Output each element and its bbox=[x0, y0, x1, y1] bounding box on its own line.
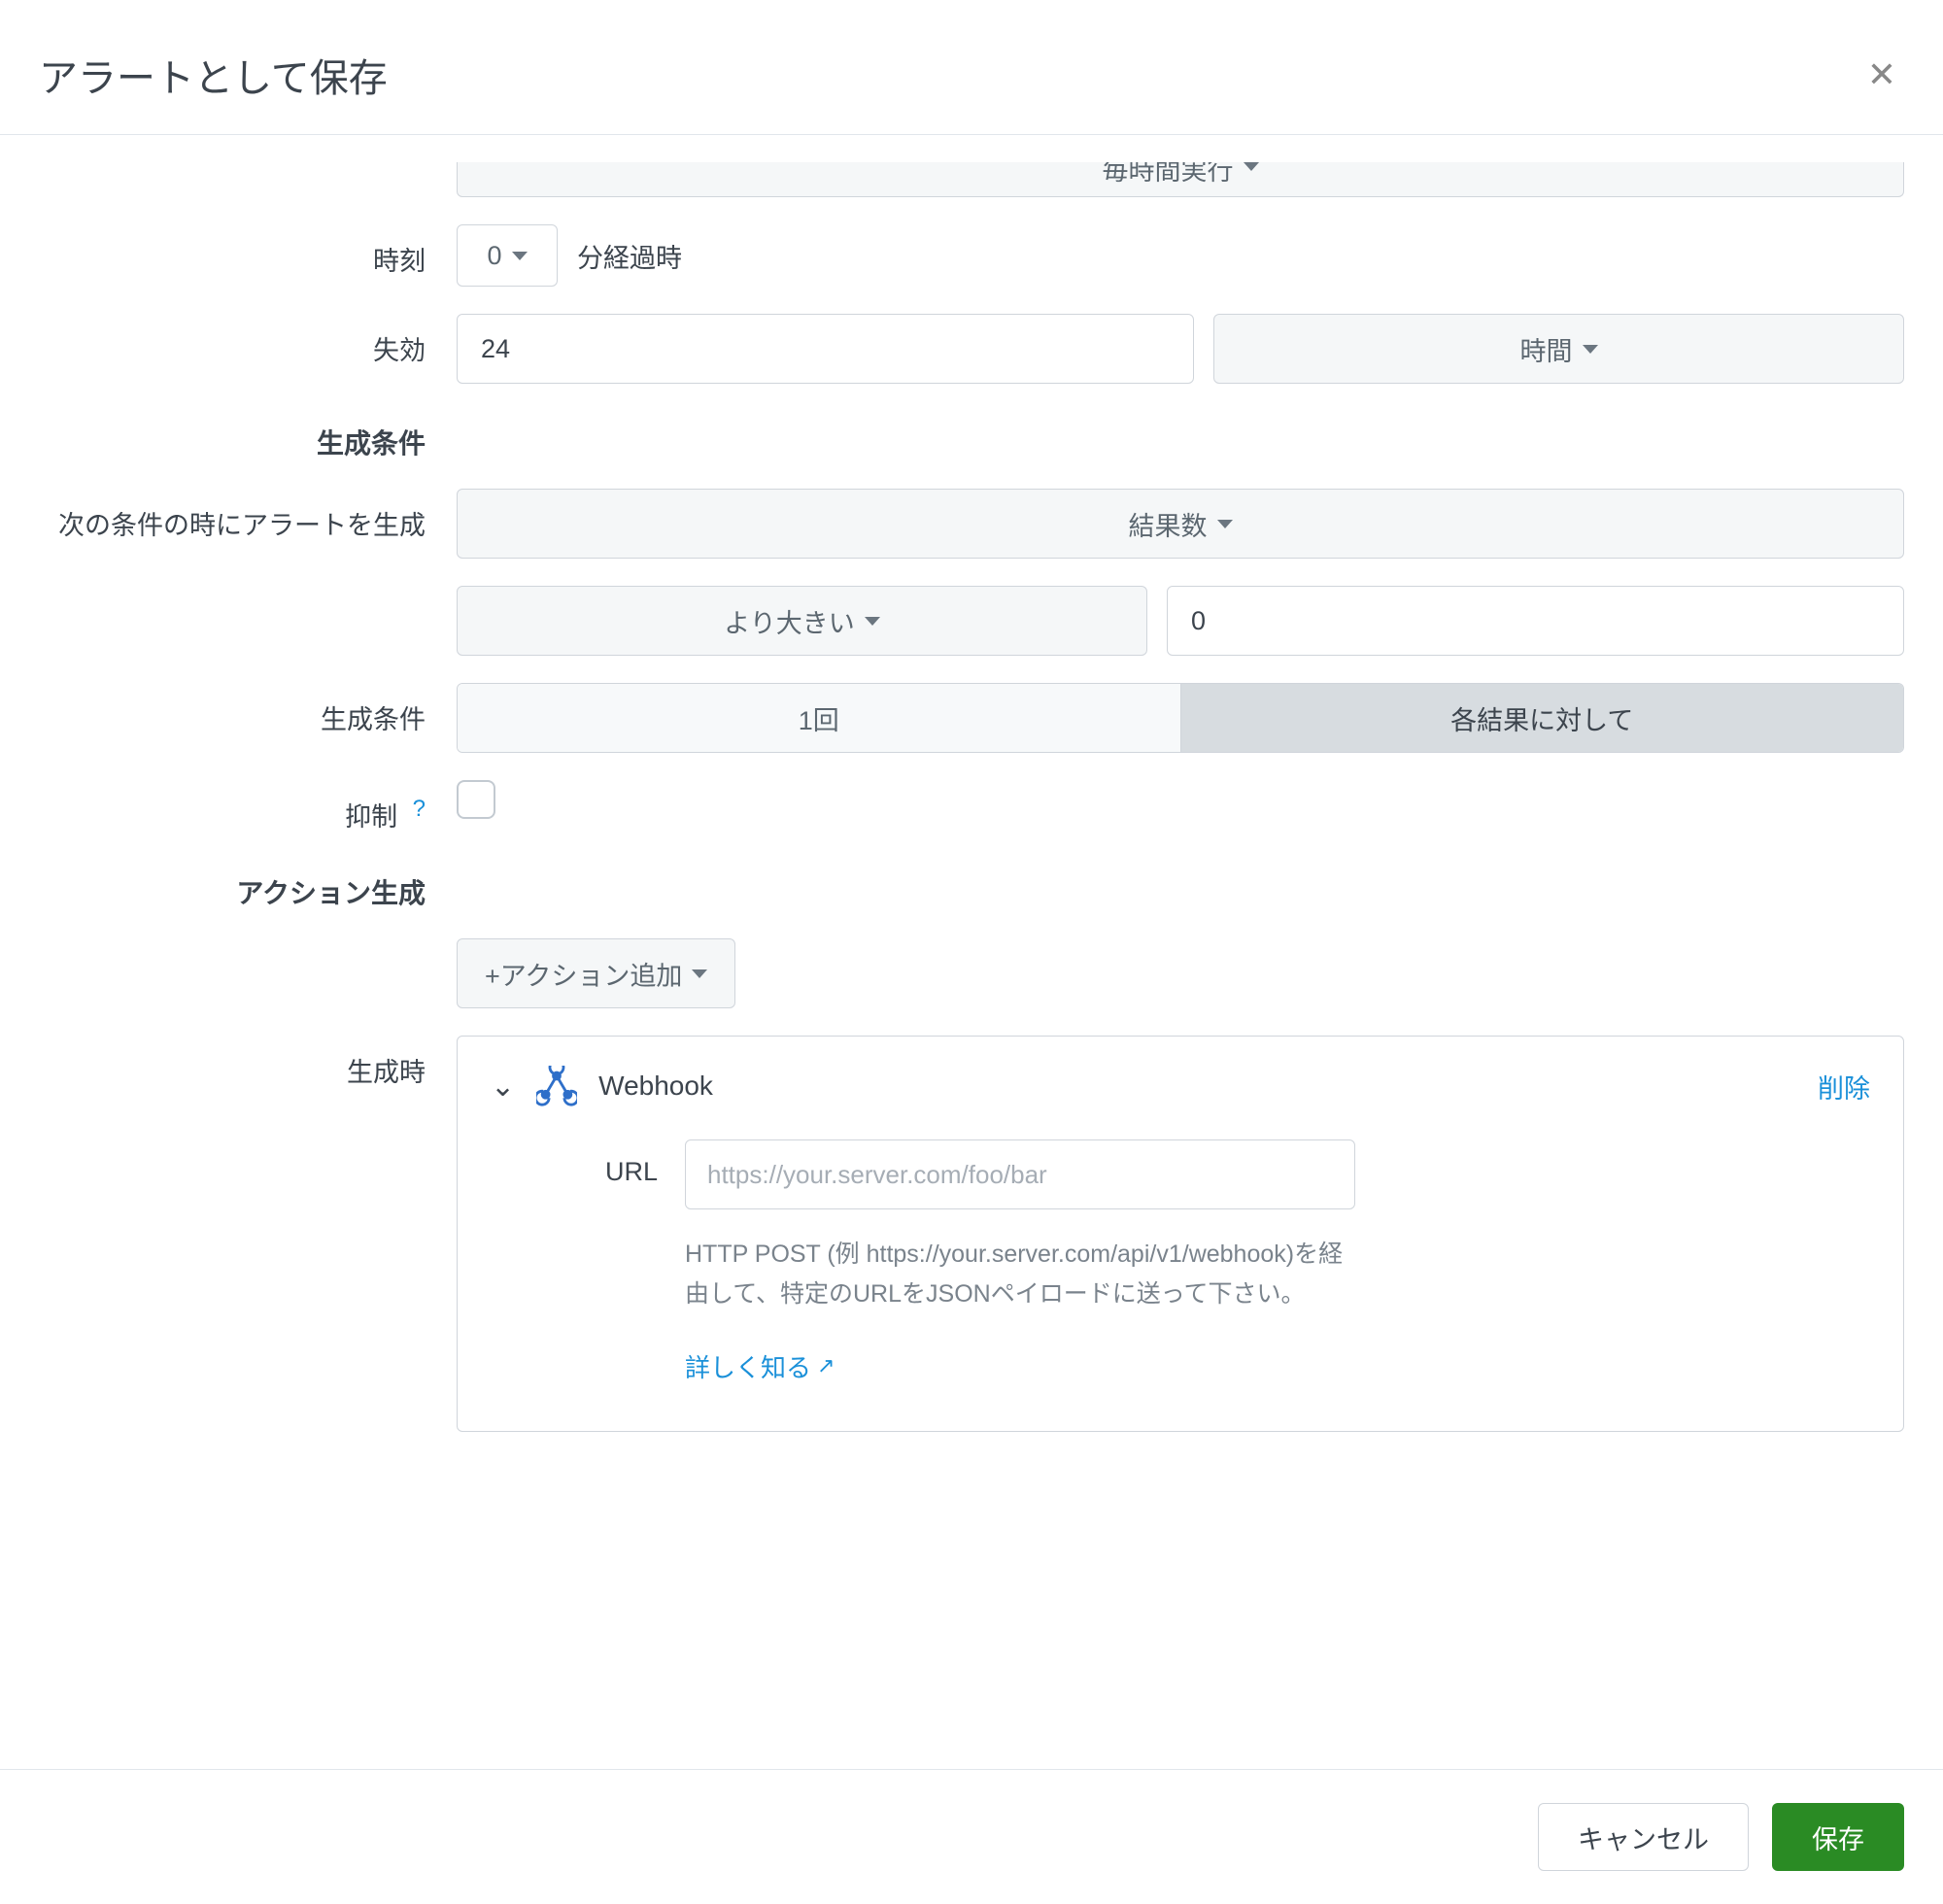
url-label: URL bbox=[491, 1139, 685, 1187]
caret-down-icon bbox=[512, 252, 528, 260]
learn-more-link[interactable]: 詳しく知る ↗ bbox=[685, 1348, 835, 1384]
expires-unit-select[interactable]: 時間 bbox=[1213, 314, 1904, 384]
dialog-header: アラートとして保存 ✕ bbox=[0, 0, 1943, 134]
webhook-url-input[interactable] bbox=[685, 1139, 1355, 1209]
caret-down-icon bbox=[1583, 345, 1598, 354]
delete-action-link[interactable]: 削除 bbox=[1818, 1068, 1870, 1105]
webhook-icon bbox=[536, 1066, 577, 1106]
minutes-past-select[interactable]: 0 bbox=[457, 224, 558, 287]
webhook-help-text: HTTP POST (例 https://your.server.com/api… bbox=[685, 1235, 1346, 1315]
learn-more-label: 詳しく知る bbox=[685, 1348, 811, 1384]
external-link-icon: ↗ bbox=[817, 1353, 835, 1378]
trigger-once-button[interactable]: 1回 bbox=[458, 684, 1180, 752]
caret-down-icon bbox=[1217, 520, 1233, 528]
chevron-down-icon[interactable]: ⌄ bbox=[491, 1070, 515, 1104]
save-as-alert-dialog: アラートとして保存 ✕ 毎時間実行 時刻 0 分経過時 bbox=[0, 0, 1943, 1904]
close-icon[interactable]: ✕ bbox=[1859, 47, 1904, 103]
alert-when-label: 次の条件の時にアラートを生成 bbox=[39, 489, 457, 542]
run-schedule-label: 毎時間実行 bbox=[1103, 162, 1234, 181]
comparator-label: より大きい bbox=[724, 602, 854, 640]
run-schedule-select[interactable]: 毎時間実行 bbox=[457, 162, 1904, 197]
minutes-suffix: 分経過時 bbox=[577, 237, 682, 275]
time-label: 時刻 bbox=[39, 224, 457, 278]
actions-section-header: アクション生成 bbox=[39, 861, 457, 911]
caret-down-icon bbox=[865, 617, 880, 626]
dialog-title: アラートとして保存 bbox=[39, 47, 388, 103]
dialog-body: 毎時間実行 時刻 0 分経過時 失効 時間 bbox=[0, 134, 1943, 1769]
add-action-button[interactable]: +アクション追加 bbox=[457, 938, 735, 1008]
webhook-action-panel: ⌄ Webhook 削除 bbox=[457, 1036, 1904, 1432]
expires-label: 失効 bbox=[39, 314, 457, 367]
minutes-value: 0 bbox=[487, 241, 501, 271]
trigger-mode-label: 生成条件 bbox=[39, 683, 457, 736]
add-action-label: +アクション追加 bbox=[485, 955, 682, 993]
trigger-mode-toggle: 1回 各結果に対して bbox=[457, 683, 1904, 753]
throttle-checkbox[interactable] bbox=[457, 780, 495, 819]
help-icon[interactable]: ? bbox=[413, 796, 426, 822]
on-trigger-label: 生成時 bbox=[39, 1036, 457, 1089]
action-panel-header: ⌄ Webhook 削除 bbox=[491, 1066, 1870, 1106]
cancel-button[interactable]: キャンセル bbox=[1538, 1803, 1749, 1871]
throttle-label: 抑制 ? bbox=[39, 780, 457, 833]
trigger-metric-label: 結果数 bbox=[1129, 505, 1208, 543]
caret-down-icon bbox=[692, 969, 707, 978]
trigger-each-result-button[interactable]: 各結果に対して bbox=[1180, 684, 1904, 752]
threshold-input[interactable] bbox=[1167, 586, 1904, 656]
action-name: Webhook bbox=[598, 1071, 1796, 1102]
dialog-footer: キャンセル 保存 bbox=[0, 1769, 1943, 1904]
caret-down-icon bbox=[1244, 162, 1259, 171]
expires-value-input[interactable] bbox=[457, 314, 1194, 384]
trigger-metric-select[interactable]: 結果数 bbox=[457, 489, 1904, 559]
trigger-section-header: 生成条件 bbox=[39, 411, 457, 461]
save-button[interactable]: 保存 bbox=[1772, 1803, 1904, 1871]
comparator-select[interactable]: より大きい bbox=[457, 586, 1147, 656]
expires-unit-label: 時間 bbox=[1520, 330, 1573, 368]
